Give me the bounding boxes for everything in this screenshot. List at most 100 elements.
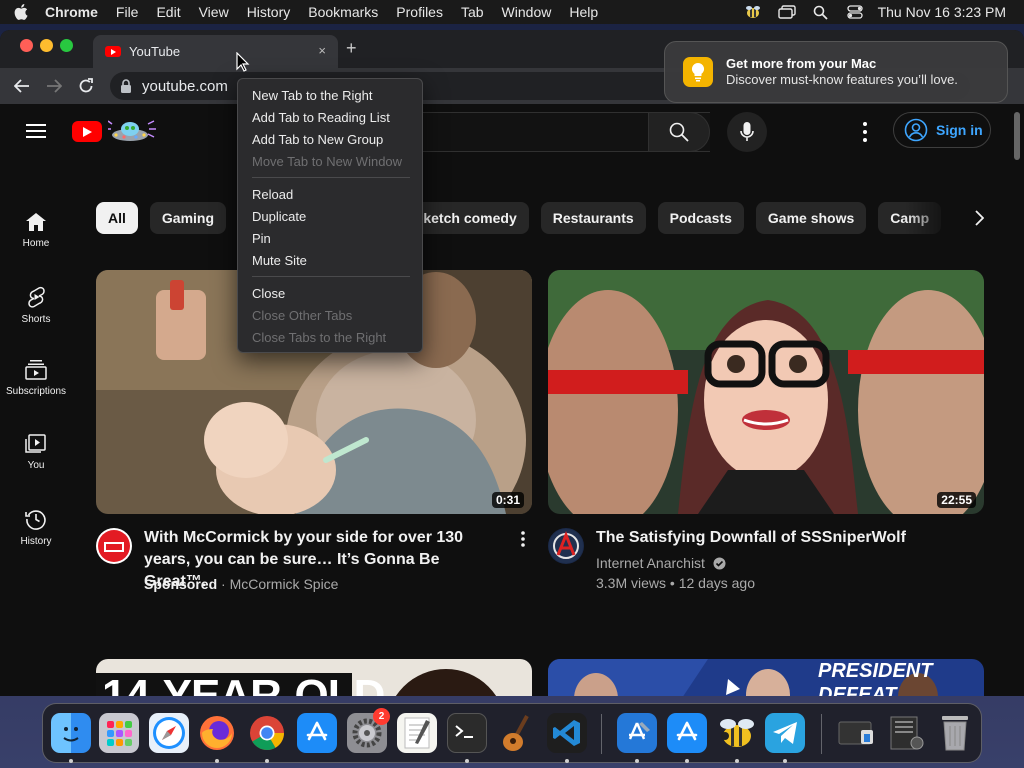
sidebar-item-history[interactable]: History — [0, 508, 72, 547]
chip-restaurants[interactable]: Restaurants — [540, 202, 646, 234]
dock-downloads-stack-icon[interactable] — [837, 713, 877, 753]
chip-gaming[interactable]: Gaming — [149, 202, 227, 234]
guide-menu-icon[interactable] — [26, 124, 46, 138]
shorts-icon — [28, 286, 45, 308]
dock-running-indicator — [685, 759, 689, 763]
dock-xcode-icon[interactable] — [617, 713, 657, 753]
ad-advertiser[interactable]: · McCormick Spice — [221, 576, 338, 592]
reload-icon[interactable] — [75, 75, 97, 97]
window-switcher-icon[interactable] — [770, 5, 804, 19]
dock-textedit-icon[interactable] — [397, 713, 437, 753]
menu-item-add-to-new-group[interactable]: Add Tab to New Group — [238, 128, 422, 150]
sidebar-label: Home — [22, 238, 50, 249]
dock-terminal-icon[interactable] — [447, 713, 487, 753]
dock-app-store-2-icon[interactable] — [667, 713, 707, 753]
dock-separator — [601, 714, 602, 754]
new-tab-button[interactable]: + — [346, 38, 357, 59]
dock-firefox-icon[interactable] — [197, 713, 237, 753]
chip-next-chevron-icon[interactable] — [963, 202, 995, 234]
dock-running-indicator — [565, 759, 569, 763]
chip-game-shows[interactable]: Game shows — [755, 202, 867, 234]
tab-youtube[interactable]: YouTube × — [93, 35, 338, 68]
thumbnail-text: PRESIDENT DEFEAT — [818, 660, 933, 696]
sidebar-item-home[interactable]: Home — [0, 212, 72, 249]
menu-window[interactable]: Window — [493, 4, 561, 20]
sidebar-label: Shorts — [21, 314, 51, 325]
settings-more-icon[interactable] — [856, 122, 874, 142]
menu-profiles[interactable]: Profiles — [387, 4, 452, 20]
dock-running-indicator — [635, 759, 639, 763]
menu-history[interactable]: History — [238, 4, 300, 20]
menu-bookmarks[interactable]: Bookmarks — [299, 4, 387, 20]
lock-icon[interactable] — [120, 79, 132, 93]
menu-item-close-other-tabs: Close Other Tabs — [252, 307, 353, 323]
video-thumbnail-sssniperwolf[interactable]: 22:55 — [548, 270, 984, 514]
channel-avatar-internet-anarchist[interactable] — [548, 528, 584, 564]
sidebar-item-shorts[interactable]: Shorts — [0, 286, 72, 325]
dock-chrome-icon[interactable] — [247, 713, 287, 753]
video-more-actions-icon[interactable] — [518, 530, 528, 548]
video-duration: 22:55 — [937, 492, 976, 508]
menu-item-pin[interactable]: Pin — [238, 227, 422, 249]
dock-safari-icon[interactable] — [149, 713, 189, 753]
menu-item-mute-site[interactable]: Mute Site — [238, 249, 422, 271]
search-icon — [669, 122, 689, 142]
youtube-logo-icon[interactable] — [72, 121, 102, 142]
video-thumbnail-row2-right[interactable]: PRESIDENT DEFEAT — [548, 659, 984, 696]
tab-close-icon[interactable]: × — [318, 43, 326, 58]
sign-in-button[interactable]: Sign in — [893, 112, 991, 148]
menu-file[interactable]: File — [107, 4, 148, 20]
dock-trash-icon[interactable] — [935, 713, 975, 753]
menu-bar-clock[interactable]: Thu Nov 16 3:23 PM — [872, 4, 1024, 20]
sidebar-item-subscriptions[interactable]: Subscriptions — [0, 360, 72, 397]
sidebar-item-you[interactable]: You — [0, 434, 72, 471]
menu-app-name[interactable]: Chrome — [36, 4, 107, 20]
menu-edit[interactable]: Edit — [147, 4, 189, 20]
dock-garageband-icon[interactable] — [497, 713, 537, 753]
channel-avatar-mccormick[interactable] — [96, 528, 132, 564]
chip-podcasts[interactable]: Podcasts — [657, 202, 744, 234]
channel-name[interactable]: Internet Anarchist — [596, 555, 705, 571]
notification-banner[interactable]: Get more from your Mac Discover must-kno… — [664, 41, 1008, 103]
youtube-favicon-icon — [105, 46, 121, 57]
menu-item-close[interactable]: Close — [238, 282, 422, 304]
voice-search-button[interactable] — [727, 112, 767, 152]
menu-item-reload[interactable]: Reload — [238, 183, 422, 205]
dock-cyberduck-icon[interactable] — [717, 713, 757, 753]
dock-launchpad-icon[interactable] — [99, 713, 139, 753]
page-scrollbar[interactable] — [1010, 104, 1024, 696]
dock-app-store-icon[interactable] — [297, 713, 337, 753]
apple-menu-icon[interactable] — [6, 4, 36, 20]
menu-help[interactable]: Help — [560, 4, 607, 20]
spotlight-search-icon[interactable] — [804, 5, 838, 20]
bee-status-icon[interactable] — [736, 4, 770, 20]
menu-item-duplicate[interactable]: Duplicate — [238, 205, 422, 227]
video-title[interactable]: The Satisfying Downfall of SSSniperWolf — [596, 527, 976, 549]
subscriptions-icon — [25, 360, 47, 380]
control-center-icon[interactable] — [838, 5, 872, 19]
menu-tab[interactable]: Tab — [452, 4, 493, 20]
back-icon[interactable] — [11, 75, 33, 97]
microphone-icon — [740, 122, 754, 141]
video-meta: Sponsored · McCormick Spice — [144, 576, 338, 592]
menu-item-add-to-reading-list[interactable]: Add Tab to Reading List — [238, 106, 422, 128]
doodle-ufo-icon[interactable] — [108, 118, 156, 144]
video-thumbnail-row2-left[interactable]: 14-YEAR-OLD — [96, 659, 532, 696]
search-button[interactable] — [648, 112, 710, 152]
dock-documents-stack-icon[interactable] — [887, 713, 927, 753]
scrollbar-thumb[interactable] — [1014, 112, 1020, 160]
address-text[interactable]: youtube.com — [142, 78, 228, 95]
forward-icon[interactable] — [43, 75, 65, 97]
sidebar-label: Subscriptions — [5, 386, 67, 397]
dock-vscode-icon[interactable] — [547, 713, 587, 753]
channel-name-row[interactable]: Internet Anarchist — [596, 555, 726, 571]
menu-view[interactable]: View — [190, 4, 238, 20]
thumbnail-text: 14-YEAR-OLD — [102, 671, 385, 697]
window-minimize-button[interactable] — [40, 39, 53, 52]
menu-item-new-tab-right[interactable]: New Tab to the Right — [238, 84, 422, 106]
window-close-button[interactable] — [20, 39, 33, 52]
dock-finder-icon[interactable] — [51, 713, 91, 753]
dock-telegram-icon[interactable] — [765, 713, 805, 753]
chip-all[interactable]: All — [96, 202, 138, 234]
window-zoom-button[interactable] — [60, 39, 73, 52]
